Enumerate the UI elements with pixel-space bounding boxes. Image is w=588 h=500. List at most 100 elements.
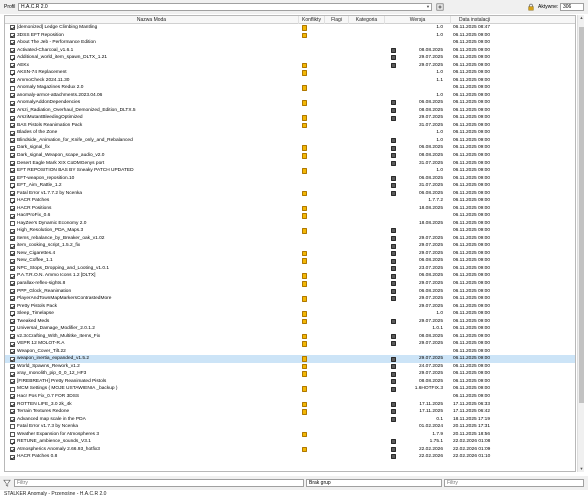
table-row[interactable]: xray_monolith_pip_0_0_12_HF3 29.07.2025 06… [5,370,575,378]
group-select[interactable]: Brak grup [306,479,442,487]
mod-enabled-checkbox[interactable] [10,416,15,422]
mod-enabled-checkbox[interactable] [10,273,15,279]
table-row[interactable]: anomaly-armor-attachments.2023.04.06 1.0 0… [5,92,575,100]
mod-enabled-checkbox[interactable] [10,424,15,430]
table-row[interactable]: Blindside_Animation_for_Knife_only_and_R… [5,137,575,145]
mod-enabled-checkbox[interactable] [10,55,15,61]
mod-enabled-checkbox[interactable] [10,70,15,76]
profile-select[interactable]: H.A.C.R 2.0 ▼ [18,3,432,11]
mod-enabled-checkbox[interactable] [10,47,15,53]
mod-enabled-checkbox[interactable] [10,138,15,144]
table-row[interactable]: AEKx 29.07.2025 06.11.2025 09:00 [5,62,575,70]
mod-enabled-checkbox[interactable] [10,160,15,166]
table-row[interactable]: Items_rebalance_by_Breaker_oak_v1.02 29.0… [5,235,575,243]
mod-enabled-checkbox[interactable] [10,431,15,437]
mod-enabled-checkbox[interactable] [10,236,15,242]
table-row[interactable]: Hacr Pos Fix_0.7 FOR 3DSS 06.11.2025 09:0… [5,393,575,401]
table-row[interactable]: HacrProFix_0.6 06.11.2025 09:00 [5,212,575,220]
table-row[interactable]: New_Cigarettes.4 29.07.2025 06.11.2025 09:… [5,250,575,258]
table-row[interactable]: Tweaked Meds 29.07.2025 06.11.2025 09:00 [5,318,575,326]
table-row[interactable]: HayZee's Dynamic Economy 2.0 18.08.2025 06… [5,220,575,228]
table-row[interactable]: Blades of the Zone 1.0 06.11.2025 09:00 [5,129,575,137]
column-header-category[interactable]: Kategoria [349,16,385,24]
table-row[interactable]: NPC_Stops_Dropping_and_Looting_v1.0.1 23.… [5,265,575,273]
mod-enabled-checkbox[interactable] [10,288,15,294]
table-row[interactable]: EFT REPOSITION BAS BY Sneaky PATCH UPDAT… [5,167,575,175]
table-row[interactable]: ROTTEN LIFE_3.0 2k_4k 17.11.2025 17.11.202… [5,401,575,409]
table-row[interactable]: v2.3cCrafting_With_Multitke_Items_Fix 08.… [5,333,575,341]
table-row[interactable]: Atmospherics Anomaly 2.66.93_hotfix3 22.0… [5,446,575,454]
table-row[interactable]: New_Coffee_1.1 06.08.2025 06.11.2025 09:00 [5,257,575,265]
mod-enabled-checkbox[interactable] [10,446,15,452]
mod-enabled-checkbox[interactable] [10,409,15,415]
table-row[interactable]: VEPR 12 MOLOT-R.A 29.07.2025 06.11.2025 09… [5,340,575,348]
mod-enabled-checkbox[interactable] [10,145,15,151]
table-row[interactable]: AmmoCheck 2024.11.30 1.1 06.11.2025 09:00 [5,77,575,85]
table-row[interactable]: parallax-reflex-sights.8 29.07.2025 06.11.… [5,280,575,288]
mod-enabled-checkbox[interactable] [10,303,15,309]
mod-enabled-checkbox[interactable] [10,364,15,370]
table-row[interactable]: [FIREBREATH] Pretty Reanimated Pistols 08… [5,378,575,386]
table-row[interactable]: Anomaly Magazines Redux 2.0 06.11.2025 09… [5,84,575,92]
table-row[interactable]: weapon_inertia_expanded_v1.5.2 29.07.2025… [5,355,575,363]
mod-enabled-checkbox[interactable] [10,183,15,189]
mod-enabled-checkbox[interactable] [10,454,15,460]
table-row[interactable]: RETUNE_ambience_sounds_V3.1 1.75.1 22.02.2… [5,438,575,446]
mod-enabled-checkbox[interactable] [10,168,15,174]
table-row[interactable]: [demonized] Ledge Climbing Mantling 1.0 06… [5,24,575,32]
table-row[interactable]: Additional_world_item_spawn_DLTX_1.21 29.… [5,54,575,62]
table-row[interactable]: Activated-Charcoal_v1.6.1 08.08.2025 06.11… [5,47,575,55]
scroll-down-icon[interactable]: ▼ [578,466,585,472]
table-row[interactable]: AnomalyAddonDependencies 06.08.2025 06.11.… [5,99,575,107]
profile-settings-icon[interactable] [436,3,444,11]
table-row[interactable]: Universal_Damage_Modifier_2.0.1.2 1.0.1 06… [5,325,575,333]
mod-enabled-checkbox[interactable] [10,281,15,287]
table-row[interactable]: AKSN-74 Replacement 1.0 06.11.2025 09:00 [5,69,575,77]
mod-enabled-checkbox[interactable] [10,115,15,121]
mod-enabled-checkbox[interactable] [10,349,15,355]
mod-enabled-checkbox[interactable] [10,394,15,400]
table-row[interactable]: Desert Eagle Mark XIX CoDMGenys port 31.0… [5,160,575,168]
table-row[interactable]: World_Spawns_Rework_v1.2 24.07.2025 06.11.… [5,363,575,371]
table-row[interactable]: Weather Expansion for Atmospheres 3 1.7.9… [5,431,575,439]
filter-input-right[interactable]: Filtry [444,479,584,487]
vertical-scrollbar[interactable]: ▲ ▼ [577,15,584,472]
mod-enabled-checkbox[interactable] [10,32,15,38]
mod-enabled-checkbox[interactable] [10,100,15,106]
mod-enabled-checkbox[interactable] [10,130,15,136]
table-row[interactable]: HACR Patches 0.8 22.02.2026 22.02.2026 01:… [5,453,575,461]
table-row[interactable]: Sleep_Timelapse 1.0 06.11.2025 09:00 [5,310,575,318]
mod-enabled-checkbox[interactable] [10,341,15,347]
mod-enabled-checkbox[interactable] [10,251,15,257]
mod-enabled-checkbox[interactable] [10,78,15,83]
mod-enabled-checkbox[interactable] [10,326,15,332]
table-row[interactable]: PlayerAndTownMapMarkersContrastedMore 29.… [5,295,575,303]
mod-enabled-checkbox[interactable] [10,25,15,31]
lock-icon[interactable] [527,3,535,11]
mod-enabled-checkbox[interactable] [10,40,15,46]
mod-enabled-checkbox[interactable] [10,62,15,68]
mod-enabled-checkbox[interactable] [10,371,15,377]
table-row[interactable]: Terrain Textures Redone 17.11.2025 17.11.2… [5,408,575,416]
column-header-version[interactable]: Wersja [385,16,451,24]
table-row[interactable]: item_cooking_script_1.5.2_fix 29.07.2025 0… [5,242,575,250]
mod-enabled-checkbox[interactable] [10,206,15,212]
scroll-up-icon[interactable]: ▲ [578,15,585,21]
mod-enabled-checkbox[interactable] [10,93,15,99]
table-row[interactable]: Fatal Error v1.7.7.2 by Ncenka 06.08.2025… [5,190,575,198]
column-header-name[interactable]: Nazwa Moda [5,16,299,24]
table-row[interactable]: Dark_signal_fix 06.08.2025 06.11.2025 09:0… [5,144,575,152]
mod-enabled-checkbox[interactable] [10,311,15,317]
table-row[interactable]: Pretty Pistols Pack 29.07.2025 06.11.2025 … [5,303,575,311]
mod-enabled-checkbox[interactable] [10,379,15,385]
table-row[interactable]: High_Resolution_PDA_Maps.3 06.11.2025 09:… [5,227,575,235]
table-row[interactable]: Dark_signal_Weapon_scape_audio_v2.0 08.08… [5,152,575,160]
mod-enabled-checkbox[interactable] [10,296,15,302]
mod-enabled-checkbox[interactable] [10,85,15,91]
mod-enabled-checkbox[interactable] [10,221,15,227]
table-row[interactable]: MCM Settings ( MOJE USTAWIENIA _backup )… [5,385,575,393]
mod-enabled-checkbox[interactable] [10,123,15,129]
mod-enabled-checkbox[interactable] [10,108,15,114]
table-row[interactable]: BAS Pistols Reanimation Pack 31.07.2025 06… [5,122,575,130]
table-row[interactable]: EFT_Aim_Rattle_1.2 31.07.2025 06.11.2025 0… [5,182,575,190]
